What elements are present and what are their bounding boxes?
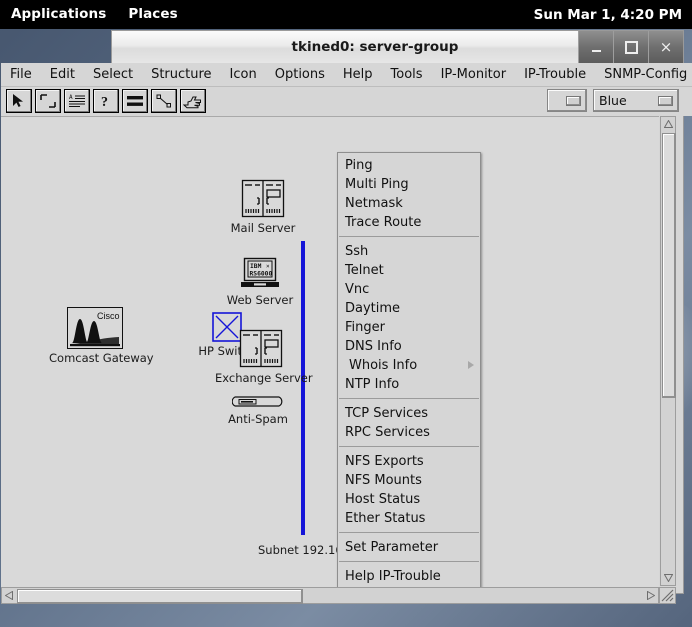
menu-item-help-ip-trouble[interactable]: Help IP-Trouble [338,567,480,586]
menu-ip-monitor[interactable]: IP-Monitor [432,64,516,86]
menu-file[interactable]: File [1,64,41,86]
applications-menu[interactable]: Applications [0,0,117,29]
menu-item-delete-ip-trouble[interactable]: Delete IP-Trouble [338,586,480,587]
menu-edit[interactable]: Edit [41,64,84,86]
menu-item-ping[interactable]: Ping [338,156,480,175]
chevron-down-icon [658,95,673,106]
menu-item-dns-info[interactable]: DNS Info [338,337,480,356]
window-controls: × [578,31,683,63]
canvas-area: Subnet 192.168.1 Cisco Comcast Gateway H… [1,116,676,604]
window-titlebar[interactable]: tkined0: server-group × [111,30,684,63]
subnet-bar[interactable] [301,241,305,535]
vertical-scrollbar[interactable] [660,116,676,586]
menu-item-finger[interactable]: Finger [338,318,480,337]
menu-snmp-config[interactable]: SNMP-Config [595,64,692,86]
menu-item-whois-info[interactable]: Whois Info [338,356,480,375]
menu-options[interactable]: Options [266,64,334,86]
connect-line-icon[interactable] [151,89,177,113]
network-map-canvas[interactable]: Subnet 192.168.1 Cisco Comcast Gateway H… [1,116,659,587]
menu-select[interactable]: Select [84,64,142,86]
menu-item-daytime[interactable]: Daytime [338,299,480,318]
places-menu[interactable]: Places [117,0,188,29]
gnome-top-panel: Applications Places Sun Mar 1, 4:20 PM [0,0,692,29]
menu-item-nfs-mounts[interactable]: NFS Mounts [338,471,480,490]
node-mail-server[interactable]: Mail Server [223,179,303,235]
scroll-left-arrow-icon[interactable] [2,588,16,602]
chevron-down-icon [566,95,581,106]
svg-text:RS6000: RS6000 [250,271,273,278]
svg-text:IBM: IBM [250,263,262,270]
maximize-button[interactable] [613,31,648,63]
menu-item-rpc-services[interactable]: RPC Services [338,423,480,442]
menu-separator [339,561,479,562]
color-value: Blue [599,93,627,108]
menu-help[interactable]: Help [334,64,382,86]
menu-item-ntp-info[interactable]: NTP Info [338,375,480,394]
horizontal-scroll-thumb[interactable] [17,589,303,604]
menu-item-netmask[interactable]: Netmask [338,194,480,213]
menu-item-telnet[interactable]: Telnet [338,261,480,280]
menu-separator [339,236,479,237]
node-label: Exchange Server [215,371,313,385]
horizontal-scrollbar[interactable] [1,587,659,604]
pointer-arrow-icon[interactable] [6,89,32,113]
menu-separator [339,532,479,533]
svg-text:×: × [266,263,270,270]
menu-structure[interactable]: Structure [142,64,220,86]
menu-item-tcp-services[interactable]: TCP Services [338,404,480,423]
menu-tools[interactable]: Tools [382,64,432,86]
submenu-arrow-icon [468,361,474,369]
menu-separator [339,446,479,447]
desktop: Applications Places Sun Mar 1, 4:20 PM t… [0,0,692,627]
node-exchange-server[interactable]: Exchange Server [215,329,313,385]
help-question-icon[interactable]: ? [93,89,119,113]
menubar: File Edit Select Structure Icon Options … [1,63,692,87]
svg-text:Cisco: Cisco [97,311,120,321]
menu-item-trace-route[interactable]: Trace Route [338,213,480,232]
close-button[interactable]: × [648,31,683,63]
node-label: Anti-Spam [228,412,288,426]
text-note-icon[interactable]: A [64,89,90,113]
appliance-icon [232,396,283,407]
scroll-up-arrow-icon[interactable] [661,117,675,131]
minimize-button[interactable] [578,31,613,63]
menu-item-vnc[interactable]: Vnc [338,280,480,299]
style-controls: Blue [547,89,679,112]
menu-ip-trouble[interactable]: IP-Trouble [515,64,595,86]
ip-trouble-dropdown-menu[interactable]: Ping Multi Ping Netmask Trace Route Ssh … [337,152,481,587]
panel-clock[interactable]: Sun Mar 1, 4:20 PM [534,7,692,23]
node-label: Web Server [226,293,294,307]
window-body: File Edit Select Structure Icon Options … [1,63,692,604]
scroll-down-arrow-icon[interactable] [661,571,675,585]
scroll-right-arrow-icon[interactable] [644,588,658,602]
select-region-icon[interactable] [35,89,61,113]
tkined-window: tkined0: server-group × File Edit Select… [1,30,692,604]
vertical-scroll-thumb[interactable] [662,133,676,398]
node-comcast-gateway[interactable]: Cisco Comcast Gateway [49,307,154,365]
stipple-select[interactable] [547,89,587,112]
menu-icon[interactable]: Icon [221,64,266,86]
ibm-rs6000-workstation-icon: IBM × RS6000 [241,257,279,287]
pointing-hand-icon[interactable] [180,89,206,113]
menu-item-host-status[interactable]: Host Status [338,490,480,509]
server-cabinet-icon [239,329,283,368]
menu-item-nfs-exports[interactable]: NFS Exports [338,452,480,471]
node-label: Mail Server [230,221,296,235]
server-cabinet-icon [241,179,285,218]
menu-item-label: Whois Info [349,358,418,373]
menu-item-ether-status[interactable]: Ether Status [338,509,480,528]
svg-text:?: ? [101,95,108,109]
color-select[interactable]: Blue [593,89,679,112]
node-anti-spam[interactable]: Anti-Spam [218,394,298,426]
menu-item-ssh[interactable]: Ssh [338,242,480,261]
resize-grip[interactable] [659,587,676,604]
menu-item-set-parameter[interactable]: Set Parameter [338,538,480,557]
cisco-router-icon: Cisco [67,307,123,349]
menu-separator [339,398,479,399]
node-label: Comcast Gateway [49,351,154,365]
network-link-icon[interactable] [122,89,148,113]
menu-item-multi-ping[interactable]: Multi Ping [338,175,480,194]
node-web-server[interactable]: IBM × RS6000 Web Server [220,257,300,307]
svg-text:A: A [69,94,73,101]
